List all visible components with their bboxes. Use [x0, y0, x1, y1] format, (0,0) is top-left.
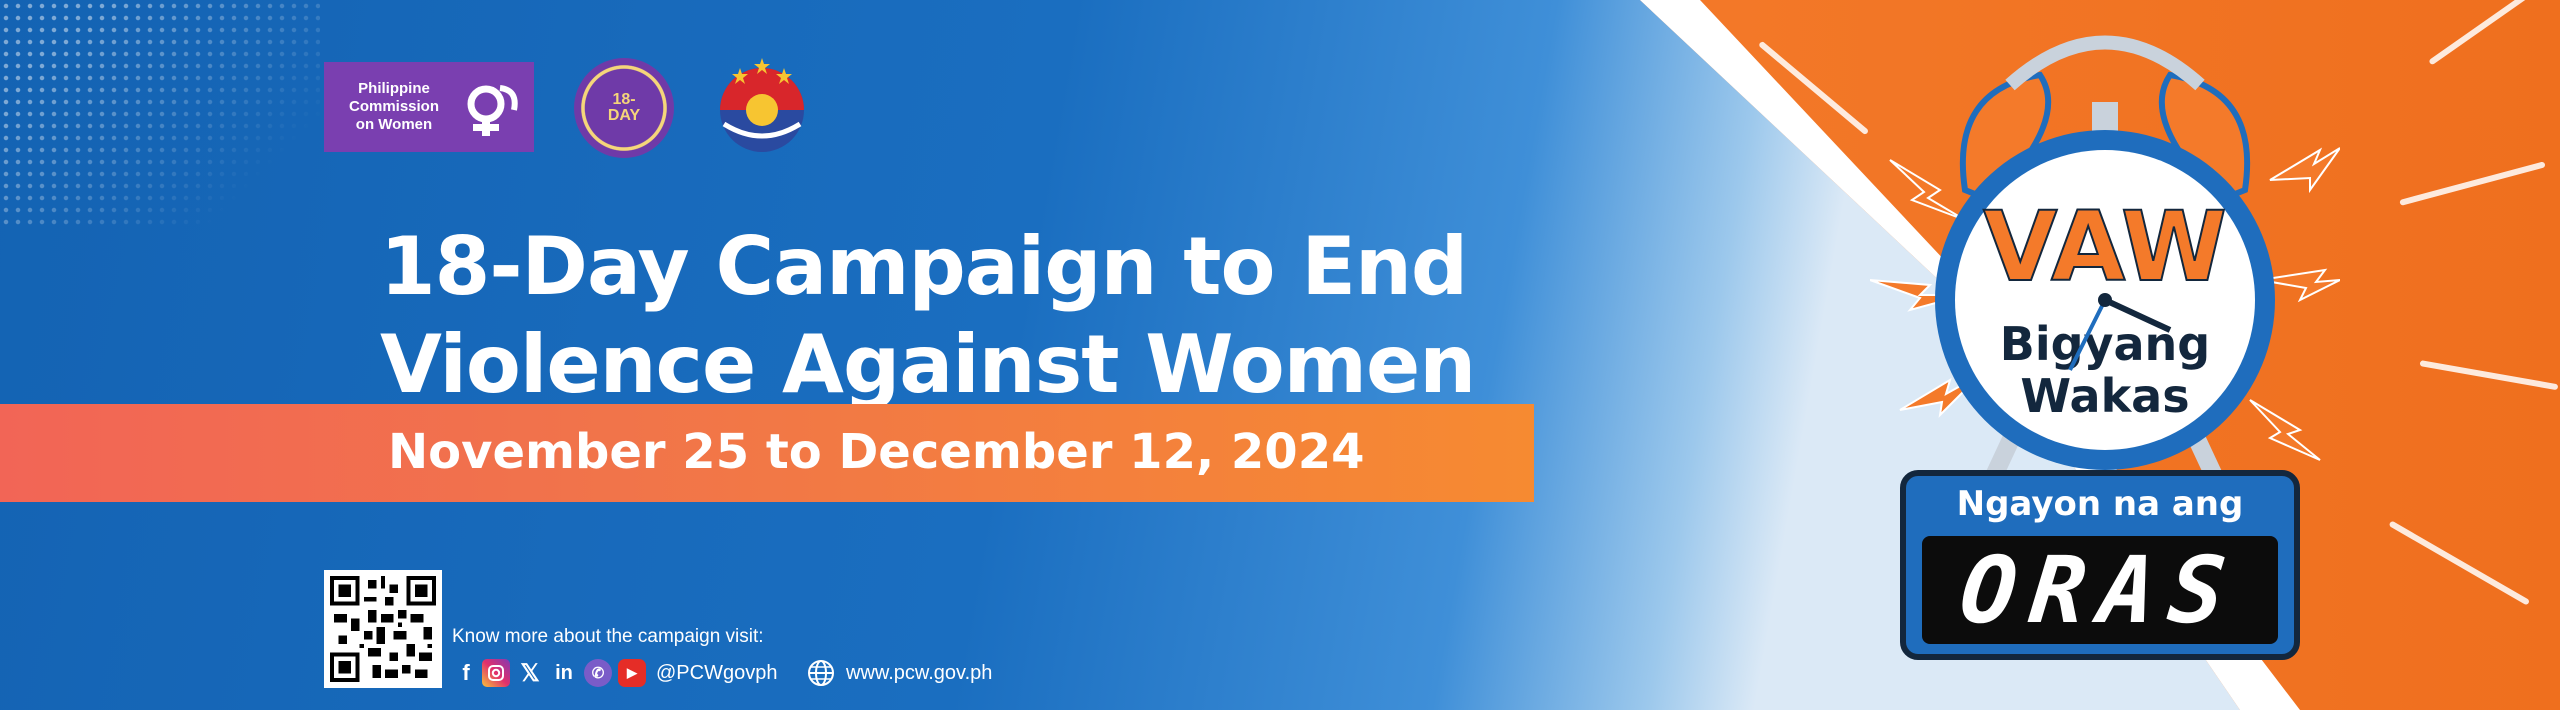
- viber-icon[interactable]: ✆: [584, 659, 612, 687]
- lcd-oras-text: ORAS: [1955, 536, 2245, 644]
- headline-line-1: 18-Day Campaign to End: [380, 220, 1468, 313]
- headline-line-2: Violence Against Women: [380, 318, 1476, 411]
- halftone-dots-pattern: [0, 0, 320, 230]
- website-url[interactable]: www.pcw.gov.ph: [846, 662, 992, 685]
- campaign-headline: 18-Day Campaign to End Violence Against …: [380, 218, 1540, 414]
- know-more-label: Know more about the campaign visit:: [452, 626, 764, 647]
- youtube-icon[interactable]: ▶: [618, 659, 646, 687]
- pcw-logo-text: Philippine Commission on Women: [348, 80, 439, 133]
- pcw-logo[interactable]: Philippine Commission on Women: [324, 62, 534, 152]
- clock-vaw-text: VAW: [1983, 191, 2227, 303]
- linkedin-icon[interactable]: in: [550, 659, 578, 687]
- clock-bigyang-text: Bigyang: [2000, 317, 2210, 371]
- social-links-row: f 𝕏 in ✆ ▶ @PCWgovph: [456, 656, 777, 690]
- qr-code-icon: [330, 576, 436, 682]
- lcd-title: Ngayon na ang: [1956, 484, 2244, 524]
- philippine-sun-seal-icon: [720, 58, 804, 152]
- lcd-display-base: Ngayon na ang ORAS: [1900, 470, 2300, 660]
- facebook-icon[interactable]: f: [456, 659, 476, 687]
- x-icon[interactable]: 𝕏: [516, 659, 544, 687]
- clock-wakas-text: Wakas: [2020, 369, 2189, 423]
- social-handle[interactable]: @PCWgovph: [656, 662, 777, 685]
- lcd-screen: ORAS: [1922, 536, 2278, 644]
- globe-icon: [808, 660, 834, 686]
- pcw-female-symbol-icon: [467, 85, 518, 136]
- instagram-icon[interactable]: [482, 659, 510, 687]
- website-link[interactable]: www.pcw.gov.ph: [806, 656, 992, 690]
- qr-code[interactable]: [324, 570, 442, 688]
- 18-day-campaign-seal: 18- DAY: [574, 58, 674, 158]
- seal-18-text: 18- DAY: [607, 91, 641, 124]
- campaign-dates: November 25 to December 12, 2024: [388, 424, 1365, 480]
